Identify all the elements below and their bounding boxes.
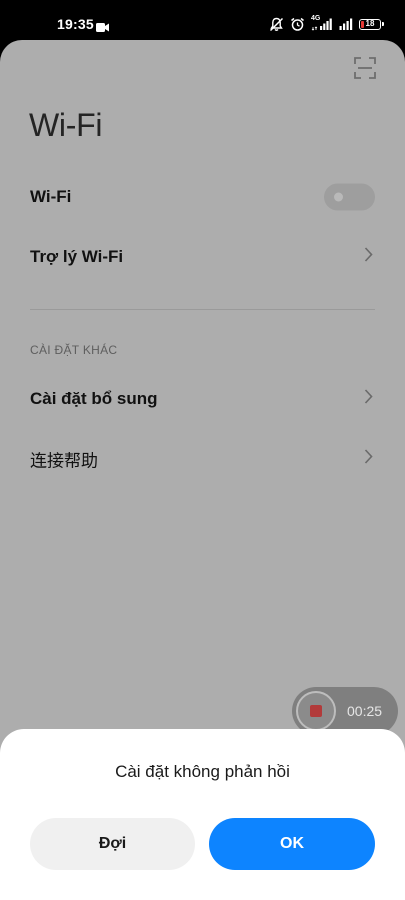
wifi-toggle-row[interactable]: Wi-Fi: [0, 167, 405, 227]
video-camera-icon: [96, 19, 109, 37]
signal-4g-icon: 4G: [311, 15, 333, 31]
wait-button[interactable]: Đợi: [30, 818, 195, 870]
wifi-toggle[interactable]: [324, 183, 375, 211]
record-stop-button[interactable]: [296, 691, 336, 731]
status-time: 19:35: [57, 16, 94, 32]
section-header: CÀI ĐẶT KHÁC: [30, 343, 118, 357]
wifi-assistant-row[interactable]: Trợ lý Wi-Fi: [0, 227, 405, 287]
muted-notification-icon: [269, 17, 284, 32]
battery-tip: [382, 22, 384, 26]
section-divider: [30, 309, 375, 310]
chevron-right-icon: [364, 449, 373, 470]
recording-timer: 00:25: [347, 703, 383, 719]
not-responding-dialog: Cài đặt không phản hồi Đợi OK: [0, 729, 405, 900]
status-bar: 19:35 4G 18: [0, 0, 405, 40]
connection-help-row[interactable]: 连接帮助: [0, 429, 405, 489]
signal-bars-icon: [339, 17, 353, 31]
additional-settings-label: Cài đặt bổ sung: [30, 389, 158, 408]
page-title: Wi-Fi: [29, 107, 103, 143]
additional-settings-row[interactable]: Cài đặt bổ sung: [0, 369, 405, 429]
stop-icon: [310, 705, 322, 717]
qr-scan-icon[interactable]: [354, 57, 376, 84]
wifi-assistant-label: Trợ lý Wi-Fi: [30, 247, 124, 266]
chevron-right-icon: [364, 247, 373, 268]
status-icons: 4G 18: [269, 15, 384, 32]
alarm-icon: [290, 17, 305, 32]
wifi-label: Wi-Fi: [30, 187, 72, 206]
toggle-knob: [334, 192, 343, 202]
battery-icon: 18: [359, 18, 384, 30]
dialog-message: Cài đặt không phản hồi: [115, 762, 290, 781]
chevron-right-icon: [364, 389, 373, 410]
screen: 19:35 4G 18 Wi-Fi Wi-Fi Trợ lý Wi-Fi CÀI…: [0, 0, 405, 900]
battery-level-fill: [361, 20, 365, 28]
connection-help-label: 连接帮助: [30, 451, 98, 471]
battery-percentage: 18: [365, 19, 375, 28]
screen-recorder-widget[interactable]: 00:25: [292, 687, 398, 735]
ok-button[interactable]: OK: [209, 818, 375, 870]
